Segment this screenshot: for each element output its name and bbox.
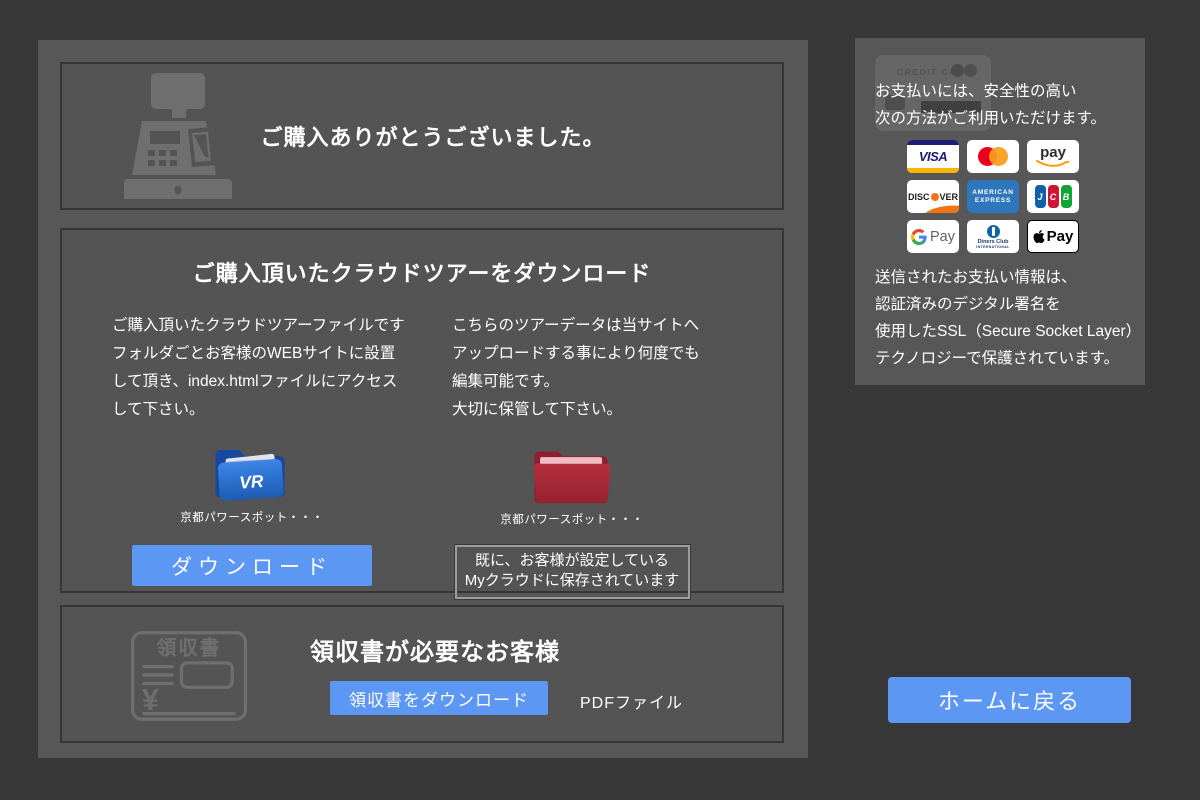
receipt-icon: 領収書 ¥ xyxy=(128,629,250,723)
amazon-pay-icon: pay xyxy=(1027,140,1079,173)
card-circle-icon xyxy=(964,64,977,77)
thanks-section: ご購入ありがとうございました。 xyxy=(60,62,784,210)
cash-register-icon xyxy=(122,73,234,199)
yen-symbol: ¥ xyxy=(142,684,159,717)
payment-intro-text: お支払いには、安全性の高い 次の方法がご利用いただけます。 xyxy=(875,78,1106,132)
receipt-heading: 領収書が必要なお客様 xyxy=(310,632,560,667)
ssl-protection-text: 送信されたお支払い情報は、 認証済みのデジタル署名を 使用したSSL（Secur… xyxy=(875,264,1141,372)
red-folder-icon xyxy=(533,444,611,506)
thanks-title: ご購入ありがとうございました。 xyxy=(234,120,632,152)
right-folder-label: 京都パワースポット・・・ xyxy=(500,511,643,527)
download-right-column: こちらのツアーデータは当サイトへ アップロードする事により何度でも 編集可能です… xyxy=(452,312,732,599)
main-panel: ご購入ありがとうございました。 ご購入頂いたクラウドツアーをダウンロード ご購入… xyxy=(38,40,808,758)
receipt-section: 領収書 ¥ 領収書が必要なお客様 領収書をダウンロード PDFファイル xyxy=(60,605,784,743)
download-left-description: ご購入頂いたクラウドツアーファイルです フォルダごとお客様のWEBサイトに設置 … xyxy=(112,312,420,424)
cloud-save-note: 既に、お客様が設定している Myクラウドに保存されています xyxy=(455,545,690,599)
google-pay-icon: Pay xyxy=(907,220,959,253)
amex-icon: AMERICAN EXPRESS xyxy=(967,180,1019,213)
payment-logo-grid: VISA pay DISC VER AME xyxy=(907,140,1079,253)
home-button[interactable]: ホームに戻る xyxy=(888,677,1131,723)
purchase-complete-page: ご購入ありがとうございました。 ご購入頂いたクラウドツアーをダウンロード ご購入… xyxy=(0,0,1200,800)
download-right-description: こちらのツアーデータは当サイトへ アップロードする事により何度でも 編集可能です… xyxy=(452,312,732,424)
download-section: ご購入頂いたクラウドツアーをダウンロード ご購入頂いたクラウドツアーファイルです… xyxy=(60,228,784,593)
pdf-file-label: PDFファイル xyxy=(580,689,683,713)
download-heading: ご購入頂いたクラウドツアーをダウンロード xyxy=(62,256,782,288)
discover-icon: DISC VER xyxy=(907,180,959,213)
mastercard-icon xyxy=(967,140,1019,173)
receipt-download-button[interactable]: 領収書をダウンロード xyxy=(330,681,548,715)
download-left-column: ご購入頂いたクラウドツアーファイルです フォルダごとお客様のWEBサイトに設置 … xyxy=(112,312,420,599)
payment-panel: CREDIT CARD お支払いには、安全性の高い 次の方法がご利用いただけます… xyxy=(855,38,1145,385)
download-button[interactable]: ダウンロード xyxy=(132,545,372,586)
receipt-icon-title: 領収書 xyxy=(157,636,222,659)
jcb-icon: J C B xyxy=(1027,180,1079,213)
vr-badge: VR xyxy=(239,471,265,493)
diners-club-icon: Diners Club INTERNATIONAL xyxy=(967,220,1019,253)
vr-folder-icon: VR xyxy=(214,440,290,504)
card-circle-icon xyxy=(951,64,964,77)
visa-icon: VISA xyxy=(907,140,959,173)
apple-pay-icon: Pay xyxy=(1027,220,1079,253)
left-folder-label: 京都パワースポット・・・ xyxy=(180,509,323,525)
